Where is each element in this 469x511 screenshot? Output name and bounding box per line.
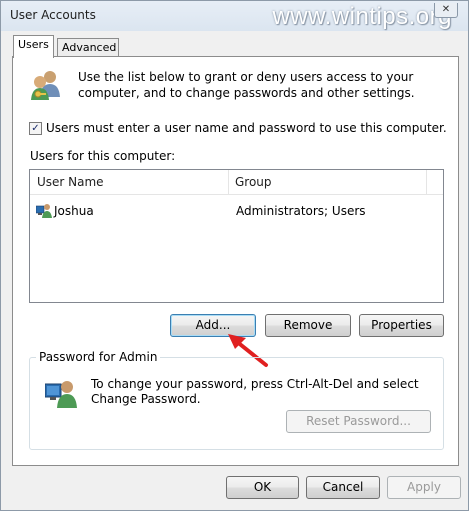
title-bar: User Accounts www.wintips.org ✕ [1, 1, 468, 31]
cancel-button[interactable]: Cancel [306, 476, 380, 499]
close-icon: ✕ [441, 4, 451, 15]
window-title: User Accounts [10, 8, 96, 22]
password-instructions: To change your password, press Ctrl-Alt-… [91, 377, 419, 406]
list-header: User Name Group [30, 170, 443, 195]
properties-button[interactable]: Properties [359, 314, 444, 337]
column-divider[interactable] [426, 170, 427, 194]
users-list-label: Users for this computer: [30, 149, 176, 163]
watermark-text: www.wintips.org [272, 3, 452, 30]
remove-button[interactable]: Remove [265, 314, 351, 337]
user-computer-icon [45, 381, 77, 408]
row-group: Administrators; Users [236, 204, 366, 218]
user-icon [36, 204, 52, 218]
password-group-title: Password for Admin [36, 350, 161, 364]
users-icon [31, 71, 60, 100]
ok-button[interactable]: OK [226, 476, 299, 499]
require-login-row: ✓ Users must enter a user name and passw… [29, 121, 447, 135]
row-user-name: Joshua [54, 204, 94, 218]
user-accounts-dialog: User Accounts www.wintips.org ✕ Users Ad… [0, 0, 469, 511]
tab-users[interactable]: Users [13, 35, 54, 58]
intro-text: Use the list below to grant or deny user… [78, 70, 415, 100]
tab-advanced[interactable]: Advanced [57, 38, 119, 56]
users-list[interactable]: User Name Group Joshua Administrators; U… [29, 169, 444, 303]
require-login-checkbox[interactable]: ✓ [29, 121, 42, 135]
reset-password-button[interactable]: Reset Password... [286, 410, 431, 433]
require-login-label[interactable]: Users must enter a user name and passwor… [46, 121, 447, 135]
table-row[interactable]: Joshua Administrators; Users [36, 202, 436, 220]
column-divider[interactable] [228, 170, 229, 194]
apply-button[interactable]: Apply [387, 476, 461, 499]
column-header-group[interactable]: Group [235, 175, 272, 189]
column-header-user-name[interactable]: User Name [37, 175, 104, 189]
close-button[interactable]: ✕ [434, 3, 458, 18]
